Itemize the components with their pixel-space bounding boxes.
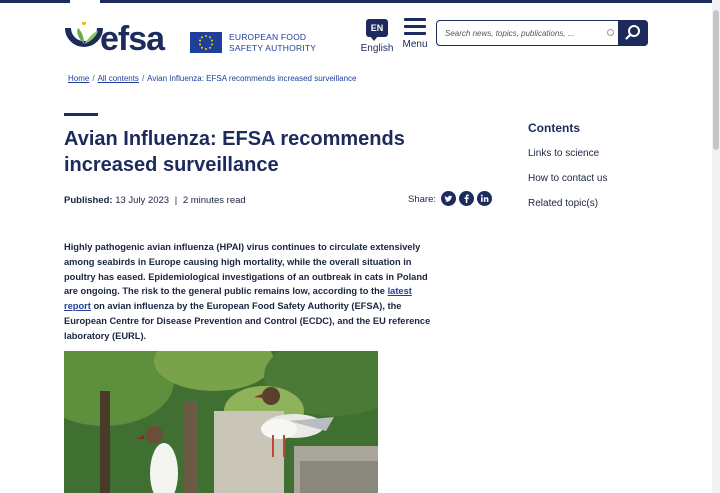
top-accent-rule xyxy=(0,0,720,3)
efsa-logo-icon xyxy=(65,22,103,47)
article-meta: Published: 13 July 2023 | 2 minutes read xyxy=(64,195,246,206)
share-label: Share: xyxy=(408,194,436,205)
published-date: 13 July 2023 xyxy=(115,195,170,206)
article-intro: Highly pathogenic avian influenza (HPAI)… xyxy=(64,240,436,344)
eu-label-line-1: EUROPEAN FOOD xyxy=(229,32,307,42)
intro-text-1: Highly pathogenic avian influenza (HPAI)… xyxy=(64,242,428,297)
search-button[interactable] xyxy=(618,20,648,46)
efsa-wordmark: efsa xyxy=(100,20,165,58)
hamburger-icon xyxy=(404,18,426,35)
page-scrollbar[interactable] xyxy=(712,0,720,493)
toc-item-how-to-contact-us[interactable]: How to contact us xyxy=(528,173,607,184)
eu-label-line-2: SAFETY AUTHORITY xyxy=(229,43,317,53)
menu-button[interactable]: Menu xyxy=(400,18,430,50)
breadcrumb: Home / All contents / Avian Influenza: EFSA … xyxy=(68,74,356,83)
breadcrumb-separator: / xyxy=(92,74,95,83)
page-title: Avian Influenza: EFSA recommends increas… xyxy=(64,128,405,176)
twitter-icon[interactable] xyxy=(441,191,456,206)
eu-authority-label: EUROPEAN FOOD SAFETY AUTHORITY xyxy=(229,32,316,54)
search-icon xyxy=(625,25,640,40)
language-selector[interactable]: EN English xyxy=(360,18,394,54)
hero-image-gulls xyxy=(64,351,378,493)
contents-heading: Contents xyxy=(528,121,580,135)
intro-text-2: on avian influenza by the European Food … xyxy=(64,301,431,341)
read-time: 2 minutes read xyxy=(182,195,246,206)
share-bar: Share: xyxy=(408,191,492,206)
facebook-icon[interactable] xyxy=(459,191,474,206)
language-code-badge: EN xyxy=(366,19,388,41)
top-accent-gap xyxy=(70,0,100,3)
breadcrumb-home-link[interactable]: Home xyxy=(68,74,89,83)
search-clear-icon[interactable] xyxy=(607,29,614,36)
title-accent-bar xyxy=(64,113,98,116)
scrollbar-thumb[interactable] xyxy=(713,10,719,150)
menu-label: Menu xyxy=(402,39,428,50)
published-label: Published: xyxy=(64,195,113,206)
language-label: English xyxy=(360,43,394,54)
meta-separator: | xyxy=(174,195,178,206)
search-input[interactable] xyxy=(445,21,605,45)
toc-item-related-topics[interactable]: Related topic(s) xyxy=(528,198,598,209)
eu-flag-icon xyxy=(190,32,222,53)
breadcrumb-current: Avian Influenza: EFSA recommends increas… xyxy=(147,74,357,83)
search-box xyxy=(436,20,648,46)
linkedin-icon[interactable] xyxy=(477,191,492,206)
breadcrumb-all-contents-link[interactable]: All contents xyxy=(98,74,139,83)
toc-item-links-to-science[interactable]: Links to science xyxy=(528,148,599,159)
breadcrumb-separator: / xyxy=(141,74,145,83)
